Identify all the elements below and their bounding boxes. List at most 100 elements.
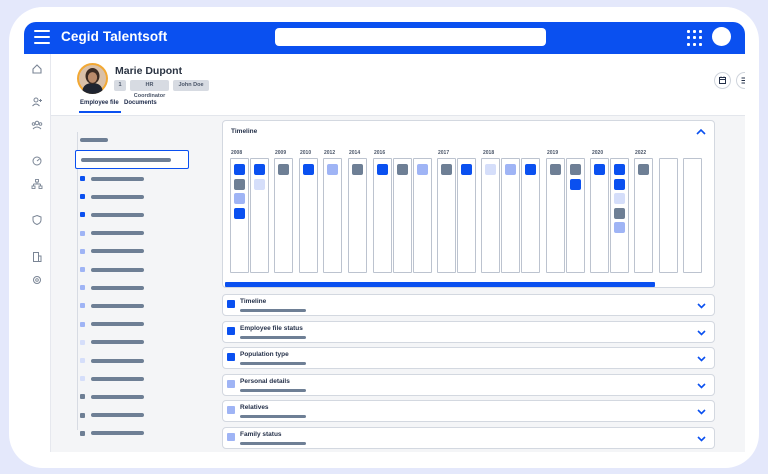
outline-item[interactable] [91, 249, 144, 254]
outline-item[interactable] [91, 267, 144, 272]
building-icon[interactable] [31, 251, 43, 263]
timeline-event[interactable] [303, 164, 314, 175]
timeline-year: 2010 [300, 150, 312, 156]
section-title: Employee file status [240, 324, 303, 332]
app-window: Cegid Talentsoft Marie Dupont 1 HR Coord… [24, 22, 745, 452]
timeline-event[interactable] [377, 164, 388, 175]
search-input[interactable] [275, 28, 546, 46]
timeline-event[interactable] [570, 178, 581, 190]
outline-bullet [80, 339, 85, 345]
grid-icon[interactable] [687, 30, 703, 46]
dashboard-icon[interactable] [31, 155, 43, 167]
timeline-event[interactable] [461, 164, 472, 175]
timeline-event[interactable] [234, 207, 245, 219]
outline-item[interactable] [91, 194, 144, 199]
timeline-title: Timeline [231, 128, 258, 135]
home-icon[interactable] [31, 63, 43, 75]
team-icon[interactable] [31, 119, 43, 131]
profile-name: Marie Dupont [115, 65, 183, 77]
outline-item[interactable] [91, 285, 144, 290]
timeline-event[interactable] [570, 164, 581, 175]
outline-bullet [80, 376, 85, 382]
timeline-year: 2014 [349, 150, 361, 156]
timeline-event[interactable] [614, 222, 625, 233]
timeline-event[interactable] [550, 164, 561, 175]
section-subtitle [240, 415, 306, 419]
settings-icon[interactable] [31, 274, 43, 286]
timeline-column [501, 158, 520, 273]
chevron-down-icon[interactable] [696, 328, 707, 337]
timeline-scrollbar[interactable] [225, 282, 655, 287]
outline-item[interactable] [91, 322, 144, 327]
timeline-event[interactable] [254, 164, 265, 175]
timeline-event[interactable] [485, 164, 496, 175]
timeline-event[interactable] [614, 164, 625, 175]
outline-selected-item[interactable] [75, 150, 189, 169]
chevron-down-icon[interactable] [696, 381, 707, 390]
list-button[interactable] [736, 72, 745, 89]
chevron-down-icon[interactable] [696, 354, 707, 363]
timeline-event[interactable] [397, 164, 408, 175]
outline-bullet [80, 248, 85, 254]
outline-item[interactable] [91, 176, 144, 181]
collapsible-section[interactable]: Employee file status [222, 320, 715, 343]
collapsible-section[interactable]: Family status [222, 427, 715, 449]
hamburger-icon[interactable] [34, 30, 50, 44]
chevron-up-icon[interactable] [695, 127, 707, 137]
timeline-event[interactable] [234, 178, 245, 190]
timeline-event[interactable] [441, 164, 452, 175]
outline-item[interactable] [91, 231, 144, 236]
timeline-event[interactable] [352, 164, 363, 175]
timeline-event[interactable] [417, 164, 428, 175]
outline-item[interactable] [91, 431, 144, 436]
outline-item[interactable] [91, 340, 144, 345]
timeline-column [659, 158, 678, 273]
timeline-event[interactable] [638, 164, 649, 175]
timeline-event[interactable] [614, 178, 625, 190]
user-avatar[interactable] [712, 27, 731, 46]
collapsible-section[interactable]: Personal details [222, 373, 715, 396]
outline-item[interactable] [91, 394, 144, 399]
profile-photo [77, 63, 108, 94]
timeline-year: 2020 [592, 150, 604, 156]
chevron-down-icon[interactable] [696, 301, 707, 310]
shield-icon[interactable] [31, 214, 43, 226]
outline-item[interactable] [91, 303, 144, 308]
timeline-event[interactable] [505, 164, 516, 175]
outline-item[interactable] [91, 212, 144, 217]
outline-item[interactable] [91, 358, 144, 363]
collapsible-section[interactable]: Timeline [222, 294, 715, 316]
section-title: Population type [240, 351, 289, 359]
section-icon [227, 406, 235, 415]
timeline-column [521, 158, 540, 273]
section-subtitle [240, 335, 306, 339]
org-chart-icon[interactable] [31, 178, 43, 190]
chevron-down-icon[interactable] [696, 434, 707, 443]
timeline-event[interactable] [254, 178, 265, 190]
timeline-year: 2009 [275, 150, 287, 156]
timeline-event[interactable] [594, 164, 605, 175]
timeline-event[interactable] [234, 164, 245, 175]
collapsible-section[interactable]: Population type [222, 347, 715, 370]
timeline-event[interactable] [278, 164, 289, 175]
calendar-button[interactable] [714, 72, 731, 89]
add-user-icon[interactable] [31, 96, 43, 108]
outline-item[interactable] [91, 413, 144, 418]
timeline-event[interactable] [234, 193, 245, 204]
timeline-year: 2022 [635, 150, 647, 156]
outline-bullet [80, 230, 85, 236]
section-subtitle [240, 442, 306, 445]
chevron-down-icon[interactable] [696, 407, 707, 416]
timeline-column [274, 158, 293, 273]
timeline-event[interactable] [525, 164, 536, 175]
outline-item[interactable] [91, 376, 144, 381]
section-subtitle [240, 388, 306, 392]
app-title: Cegid Talentsoft [61, 29, 168, 44]
timeline-event[interactable] [614, 193, 625, 204]
tab-employee-file[interactable]: Employee file [80, 100, 119, 106]
outline-heading [80, 138, 108, 142]
timeline-event[interactable] [614, 207, 625, 219]
collapsible-section[interactable]: Relatives [222, 400, 715, 423]
tab-documents[interactable]: Documents [124, 100, 157, 106]
timeline-event[interactable] [327, 164, 338, 175]
